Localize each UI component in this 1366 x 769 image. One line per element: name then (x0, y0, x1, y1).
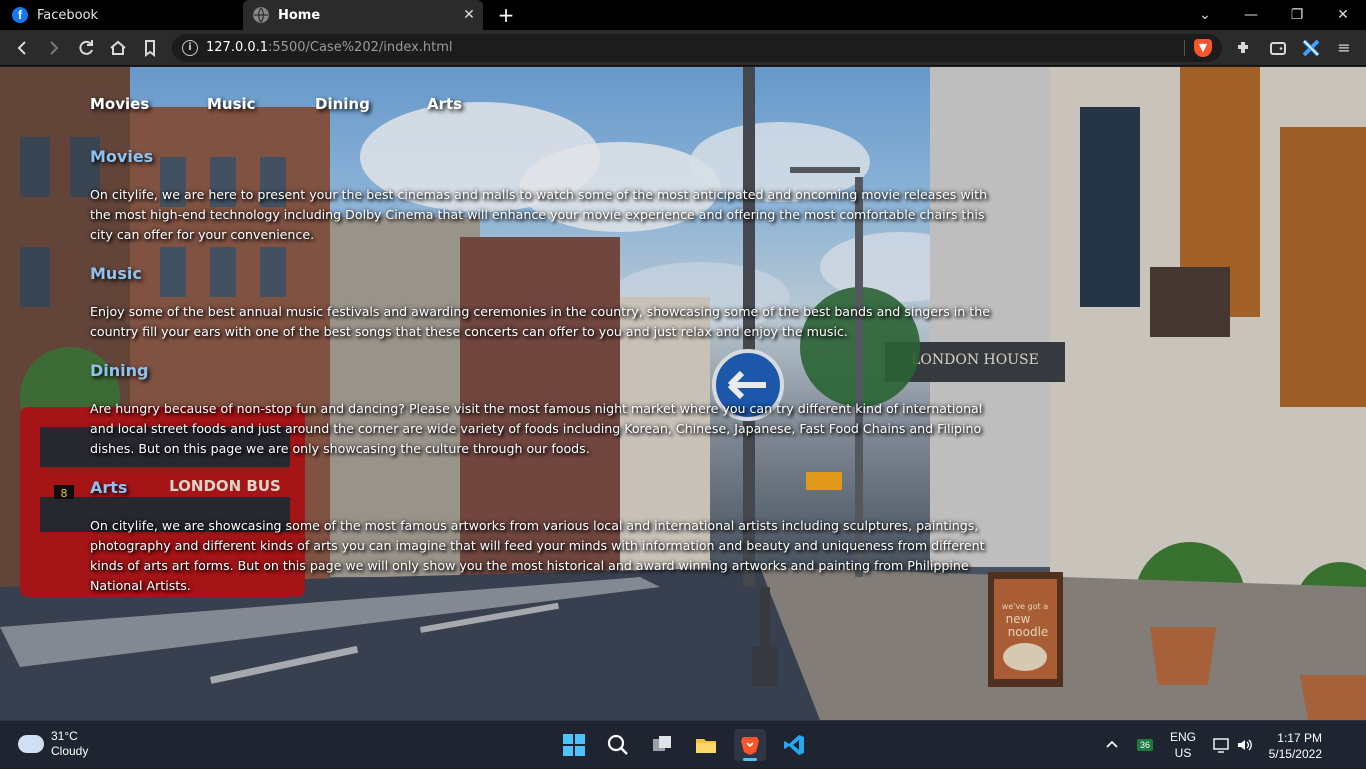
task-view-icon[interactable] (646, 729, 678, 761)
section-body: Enjoy some of the best annual music fest… (90, 304, 990, 339)
url-divider (1184, 40, 1185, 56)
section-movies: Movies On citylife, we are here to prese… (90, 147, 990, 245)
windows-taskbar: 31°C Cloudy 36 ENG US 1:17 PM 5/15/2022 (0, 720, 1366, 768)
active-app-indicator (743, 758, 757, 761)
section-heading: Movies (90, 147, 154, 166)
tab-home[interactable]: Home ✕ (243, 0, 483, 30)
tray-app-icon[interactable]: 36 (1137, 721, 1154, 769)
tray-badge: 36 (1137, 739, 1154, 751)
section-heading: Dining (90, 361, 149, 380)
section-heading: Music (90, 264, 142, 283)
new-tab-button[interactable]: + (494, 3, 518, 27)
restore-button[interactable]: ❐ (1274, 0, 1320, 30)
home-button[interactable] (106, 36, 130, 60)
facebook-icon: f (12, 7, 28, 23)
clock-date: 5/15/2022 (1268, 747, 1322, 761)
extensions-icon[interactable] (1232, 36, 1256, 60)
page-viewport: LONDON HOUSE LONDON BUS 8 we've got a ne… (0, 67, 1366, 720)
site-info-icon[interactable]: i (182, 40, 198, 56)
profile-icon[interactable] (1299, 36, 1323, 60)
section-dining: Dining Are hungry because of non-stop fu… (90, 361, 990, 459)
close-window-button[interactable]: ✕ (1320, 0, 1366, 30)
brave-browser-icon[interactable] (734, 729, 766, 761)
tab-title: Facebook (37, 7, 99, 23)
main-content: Movies On citylife, we are here to prese… (90, 147, 990, 615)
section-music: Music Enjoy some of the best annual musi… (90, 264, 990, 342)
lang-line2: US (1174, 746, 1192, 760)
cloud-icon (18, 735, 44, 753)
section-body: Are hungry because of non-stop fun and d… (90, 401, 983, 456)
nav-movies[interactable]: Movies (90, 95, 207, 113)
url-text[interactable]: 127.0.0.1:5500/Case%202/index.html (206, 40, 453, 55)
wallet-icon[interactable] (1266, 36, 1290, 60)
bookmark-button[interactable] (138, 36, 162, 60)
browser-tab-bar: f Facebook Home ✕ + ⌄ — ❐ ✕ (0, 0, 1366, 30)
section-heading: Arts (90, 478, 128, 497)
address-bar[interactable]: i 127.0.0.1:5500/Case%202/index.html ▼ (172, 34, 1222, 62)
language-indicator[interactable]: ENG US (1170, 721, 1196, 769)
close-tab-icon[interactable]: ✕ (461, 7, 477, 23)
menu-icon[interactable]: ≡ (1332, 36, 1356, 60)
network-icon[interactable] (1212, 721, 1230, 769)
tab-facebook[interactable]: f Facebook (0, 0, 242, 30)
clock-time: 1:17 PM (1277, 731, 1322, 745)
section-body: On citylife, we are here to present your… (90, 187, 988, 242)
nav-music[interactable]: Music (207, 95, 315, 113)
tab-title: Home (278, 7, 321, 23)
start-button[interactable] (558, 729, 590, 761)
nav-dining[interactable]: Dining (315, 95, 427, 113)
weather-widget[interactable]: 31°C Cloudy (18, 729, 88, 759)
weather-desc: Cloudy (51, 744, 89, 758)
vscode-icon[interactable] (778, 729, 810, 761)
search-icon[interactable] (602, 729, 634, 761)
lang-line1: ENG (1170, 730, 1197, 744)
volume-icon[interactable] (1236, 721, 1254, 769)
section-body: On citylife, we are showcasing some of t… (90, 518, 985, 593)
minimize-button[interactable]: — (1228, 0, 1274, 30)
main-nav: Movies Music Dining Arts (90, 95, 487, 113)
tab-search-icon[interactable]: ⌄ (1182, 0, 1228, 30)
section-arts: Arts On citylife, we are showcasing some… (90, 478, 990, 596)
reload-button[interactable] (74, 36, 98, 60)
nav-arts[interactable]: Arts (427, 95, 487, 113)
file-explorer-icon[interactable] (690, 729, 722, 761)
show-hidden-icons-button[interactable] (1104, 721, 1120, 769)
brave-shields-icon[interactable]: ▼ (1194, 39, 1212, 57)
weather-temp: 31°C (51, 729, 78, 743)
back-button[interactable] (10, 36, 34, 60)
system-clock[interactable]: 1:17 PM 5/15/2022 (1269, 730, 1322, 762)
browser-toolbar: i 127.0.0.1:5500/Case%202/index.html ▼ ≡ (0, 30, 1366, 66)
globe-icon (253, 7, 269, 23)
forward-button[interactable] (42, 36, 66, 60)
